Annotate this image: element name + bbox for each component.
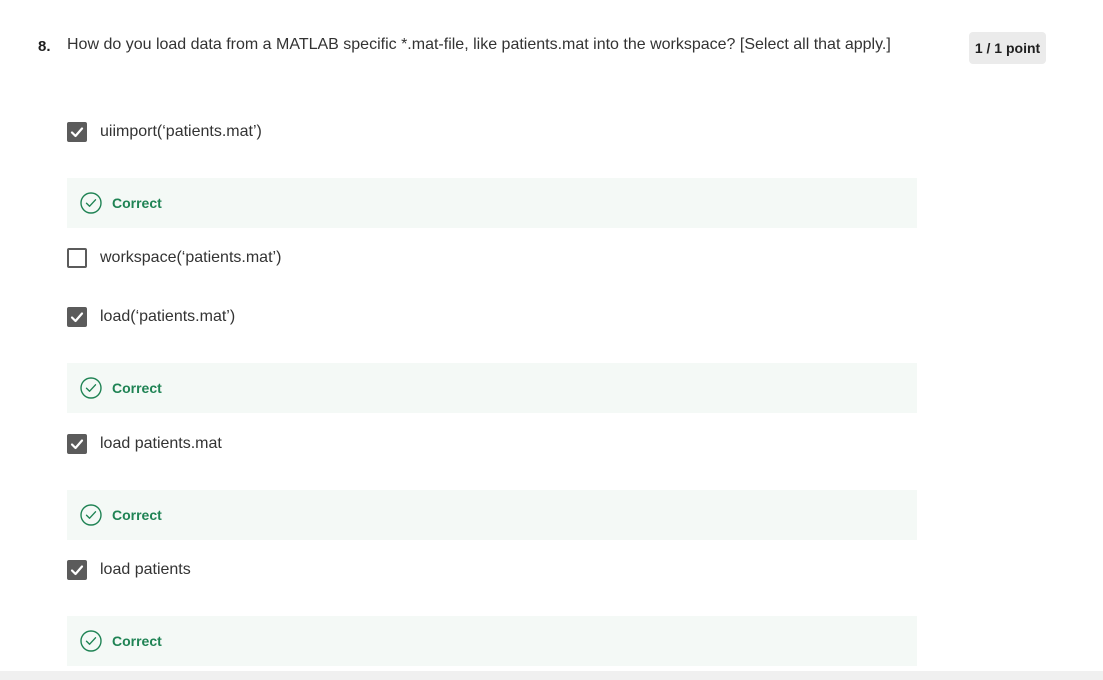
- question-number: 8.: [38, 38, 51, 55]
- checkmark-icon: [70, 312, 84, 323]
- option-label: workspace(‘patients.mat’): [100, 249, 282, 266]
- check-circle-icon: [80, 630, 102, 652]
- feedback-label: Correct: [112, 195, 162, 211]
- feedback-correct: Correct: [67, 490, 917, 540]
- points-badge: 1 / 1 point: [969, 32, 1046, 64]
- option-load-command-mat[interactable]: load patients.mat: [67, 433, 222, 455]
- option-label: uiimport(‘patients.mat’): [100, 123, 262, 140]
- check-circle-icon: [80, 504, 102, 526]
- feedback-label: Correct: [112, 633, 162, 649]
- feedback-label: Correct: [112, 507, 162, 523]
- option-label: load patients: [100, 561, 191, 578]
- option-uiimport[interactable]: uiimport(‘patients.mat’): [67, 121, 262, 143]
- option-label: load(‘patients.mat’): [100, 308, 236, 325]
- checkmark-icon: [70, 127, 84, 138]
- checkbox-unchecked[interactable]: [67, 248, 87, 268]
- checkmark-icon: [70, 439, 84, 450]
- checkmark-icon: [70, 565, 84, 576]
- checkbox-checked[interactable]: [67, 560, 87, 580]
- checkbox-checked[interactable]: [67, 122, 87, 142]
- checkbox-checked[interactable]: [67, 307, 87, 327]
- bottom-divider: [0, 671, 1103, 680]
- check-circle-icon: [80, 192, 102, 214]
- question-text: How do you load data from a MATLAB speci…: [67, 36, 891, 53]
- checkbox-checked[interactable]: [67, 434, 87, 454]
- feedback-label: Correct: [112, 380, 162, 396]
- option-load-function[interactable]: load(‘patients.mat’): [67, 306, 235, 328]
- option-workspace[interactable]: workspace(‘patients.mat’): [67, 247, 281, 269]
- feedback-correct: Correct: [67, 363, 917, 413]
- feedback-correct: Correct: [67, 178, 917, 228]
- option-label: load patients.mat: [100, 435, 222, 452]
- check-circle-icon: [80, 377, 102, 399]
- option-load-command[interactable]: load patients: [67, 559, 191, 581]
- feedback-correct: Correct: [67, 616, 917, 666]
